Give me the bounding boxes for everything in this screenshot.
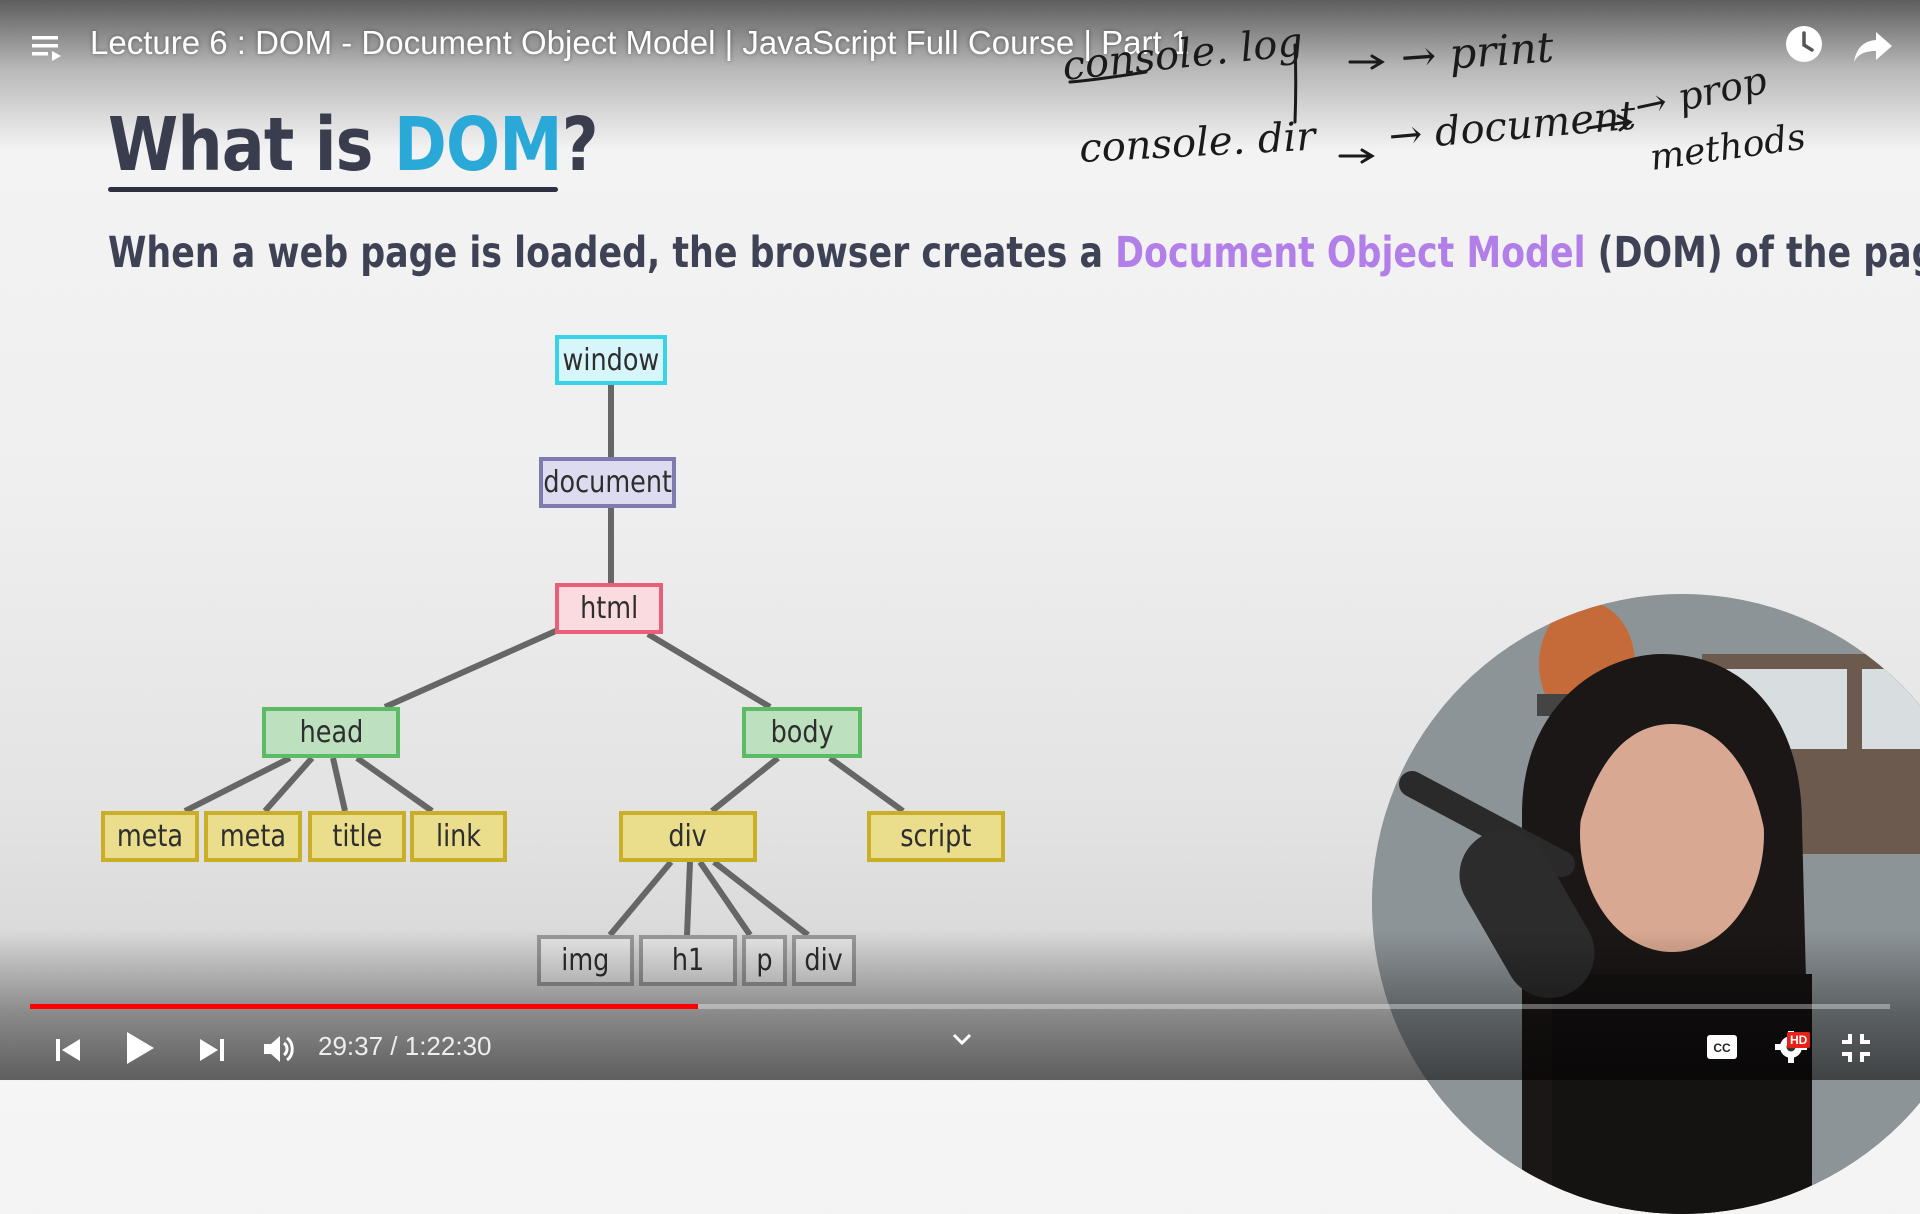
tree-node-label: title — [332, 819, 382, 854]
tree-node-label: meta — [219, 819, 287, 854]
tree-node-body: body — [742, 707, 862, 758]
time-display: 29:37 / 1:22:30 — [318, 1031, 492, 1062]
tree-node-meta: meta — [204, 811, 302, 862]
tree-node-document: document — [539, 457, 676, 508]
tree-node-div: div — [619, 811, 757, 862]
tree-node-window: window — [555, 335, 667, 385]
volume-icon[interactable] — [262, 1032, 296, 1066]
tree-node-label: meta — [116, 819, 184, 854]
tree-node-script: script — [867, 811, 1005, 862]
captions-icon[interactable]: CC — [1706, 1034, 1738, 1060]
tree-node-meta: meta — [101, 811, 199, 862]
tree-node-label: head — [299, 715, 363, 750]
current-time: 29:37 — [318, 1031, 384, 1061]
play-icon[interactable] — [124, 1029, 156, 1067]
tree-node-title: title — [308, 811, 406, 862]
tree-node-link: link — [410, 811, 507, 862]
tree-node-label: html — [579, 591, 639, 626]
tree-node-label: link — [435, 819, 482, 854]
tree-node-head: head — [262, 707, 400, 758]
tree-node-label: script — [900, 819, 972, 854]
tree-node-label: window — [562, 342, 660, 378]
next-icon[interactable] — [198, 1036, 226, 1064]
previous-icon[interactable] — [54, 1036, 82, 1064]
svg-text:CC: CC — [1713, 1041, 1731, 1055]
exit-fullscreen-icon[interactable] — [1840, 1032, 1872, 1064]
chevron-down-icon[interactable] — [950, 1030, 974, 1048]
tree-node-label: div — [668, 819, 708, 854]
tree-node-label: body — [770, 715, 834, 750]
progress-bar[interactable] — [30, 1004, 1890, 1009]
tree-node-label: document — [543, 465, 672, 500]
hd-badge: HD — [1787, 1032, 1811, 1048]
duration: 1:22:30 — [404, 1031, 492, 1061]
progress-played — [30, 1004, 698, 1009]
time-separator: / — [383, 1031, 405, 1061]
tree-node-html: html — [555, 583, 663, 634]
